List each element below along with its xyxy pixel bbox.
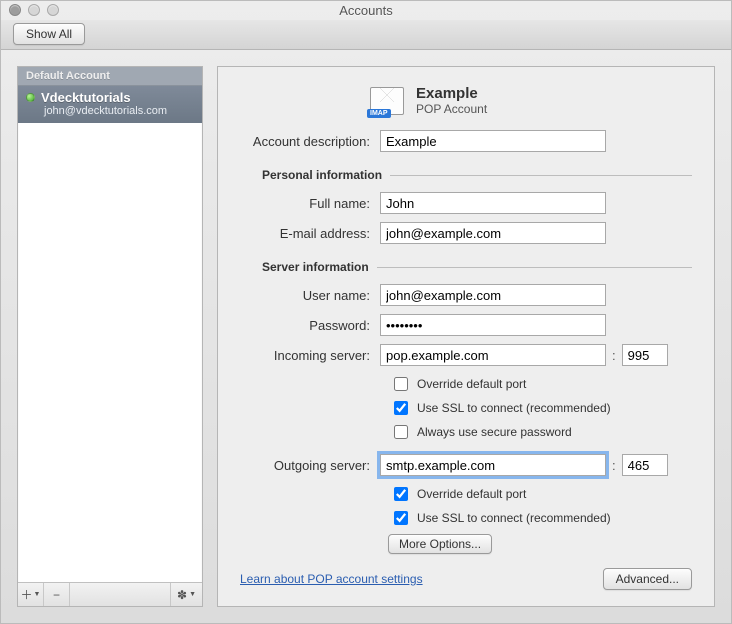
chevron-down-icon: ▼: [34, 591, 41, 598]
minus-icon: −: [53, 588, 60, 602]
label-password: Password:: [240, 318, 380, 333]
status-online-icon: [26, 93, 35, 102]
gear-icon: ✽: [177, 588, 187, 602]
remove-account-button[interactable]: −: [44, 583, 70, 606]
advanced-button[interactable]: Advanced...: [603, 568, 692, 590]
add-account-button[interactable]: ＋▼: [18, 583, 44, 606]
full-name-field[interactable]: [380, 192, 606, 214]
outgoing-use-ssl-checkbox[interactable]: [394, 511, 408, 525]
incoming-port-field[interactable]: [622, 344, 668, 366]
mail-icon: IMAP: [370, 87, 404, 115]
email-address-field[interactable]: [380, 222, 606, 244]
label-email-address: E-mail address:: [240, 226, 380, 241]
label-incoming-server: Incoming server:: [240, 348, 380, 363]
user-name-field[interactable]: [380, 284, 606, 306]
learn-link[interactable]: Learn about POP account settings: [240, 572, 423, 586]
settings-menu-button[interactable]: ✽▼: [170, 583, 202, 606]
account-title: Example: [416, 85, 487, 102]
accounts-list: Default Account Vdecktutorials john@vdec…: [18, 67, 202, 582]
incoming-override-port-checkbox[interactable]: [394, 377, 408, 391]
incoming-server-field[interactable]: [380, 344, 606, 366]
window-title: Accounts: [1, 3, 731, 18]
zoom-icon[interactable]: [47, 4, 59, 16]
outgoing-server-field[interactable]: [380, 454, 606, 476]
section-personal-information: Personal information: [240, 168, 390, 182]
label-full-name: Full name:: [240, 196, 380, 211]
minimize-icon[interactable]: [28, 4, 40, 16]
label-user-name: User name:: [240, 288, 380, 303]
label-override-port: Override default port: [417, 487, 526, 501]
port-separator: :: [612, 458, 616, 473]
section-server-information: Server information: [240, 260, 377, 274]
accounts-sidebar: Default Account Vdecktutorials john@vdec…: [17, 66, 203, 607]
content-area: Default Account Vdecktutorials john@vdec…: [1, 50, 731, 623]
account-settings-panel: IMAP Example POP Account Account descrip…: [217, 66, 715, 607]
plus-icon: ＋: [21, 586, 33, 603]
account-type: POP Account: [416, 102, 487, 116]
accounts-window: Accounts Show All Default Account Vdeckt…: [0, 0, 732, 624]
label-outgoing-server: Outgoing server:: [240, 458, 380, 473]
account-item[interactable]: Vdecktutorials john@vdecktutorials.com: [18, 86, 202, 123]
label-override-port: Override default port: [417, 377, 526, 391]
window-controls: [9, 4, 59, 16]
show-all-button[interactable]: Show All: [13, 23, 85, 45]
account-email: john@vdecktutorials.com: [26, 105, 194, 117]
toolbar: Show All: [1, 20, 731, 50]
sidebar-section-header: Default Account: [18, 67, 202, 86]
titlebar: Accounts: [1, 1, 731, 20]
port-separator: :: [612, 348, 616, 363]
outgoing-port-field[interactable]: [622, 454, 668, 476]
incoming-use-ssl-checkbox[interactable]: [394, 401, 408, 415]
label-use-ssl: Use SSL to connect (recommended): [417, 511, 611, 525]
more-options-button[interactable]: More Options...: [388, 534, 492, 554]
chevron-down-icon: ▼: [189, 591, 196, 598]
account-header: IMAP Example POP Account: [370, 85, 692, 116]
label-secure-password: Always use secure password: [417, 425, 572, 439]
label-use-ssl: Use SSL to connect (recommended): [417, 401, 611, 415]
outgoing-override-port-checkbox[interactable]: [394, 487, 408, 501]
incoming-secure-password-checkbox[interactable]: [394, 425, 408, 439]
password-field[interactable]: [380, 314, 606, 336]
sidebar-toolbar: ＋▼ − ✽▼: [18, 582, 202, 606]
account-description-field[interactable]: [380, 130, 606, 152]
label-account-description: Account description:: [240, 134, 380, 149]
account-name: Vdecktutorials: [41, 90, 131, 105]
close-icon[interactable]: [9, 4, 21, 16]
